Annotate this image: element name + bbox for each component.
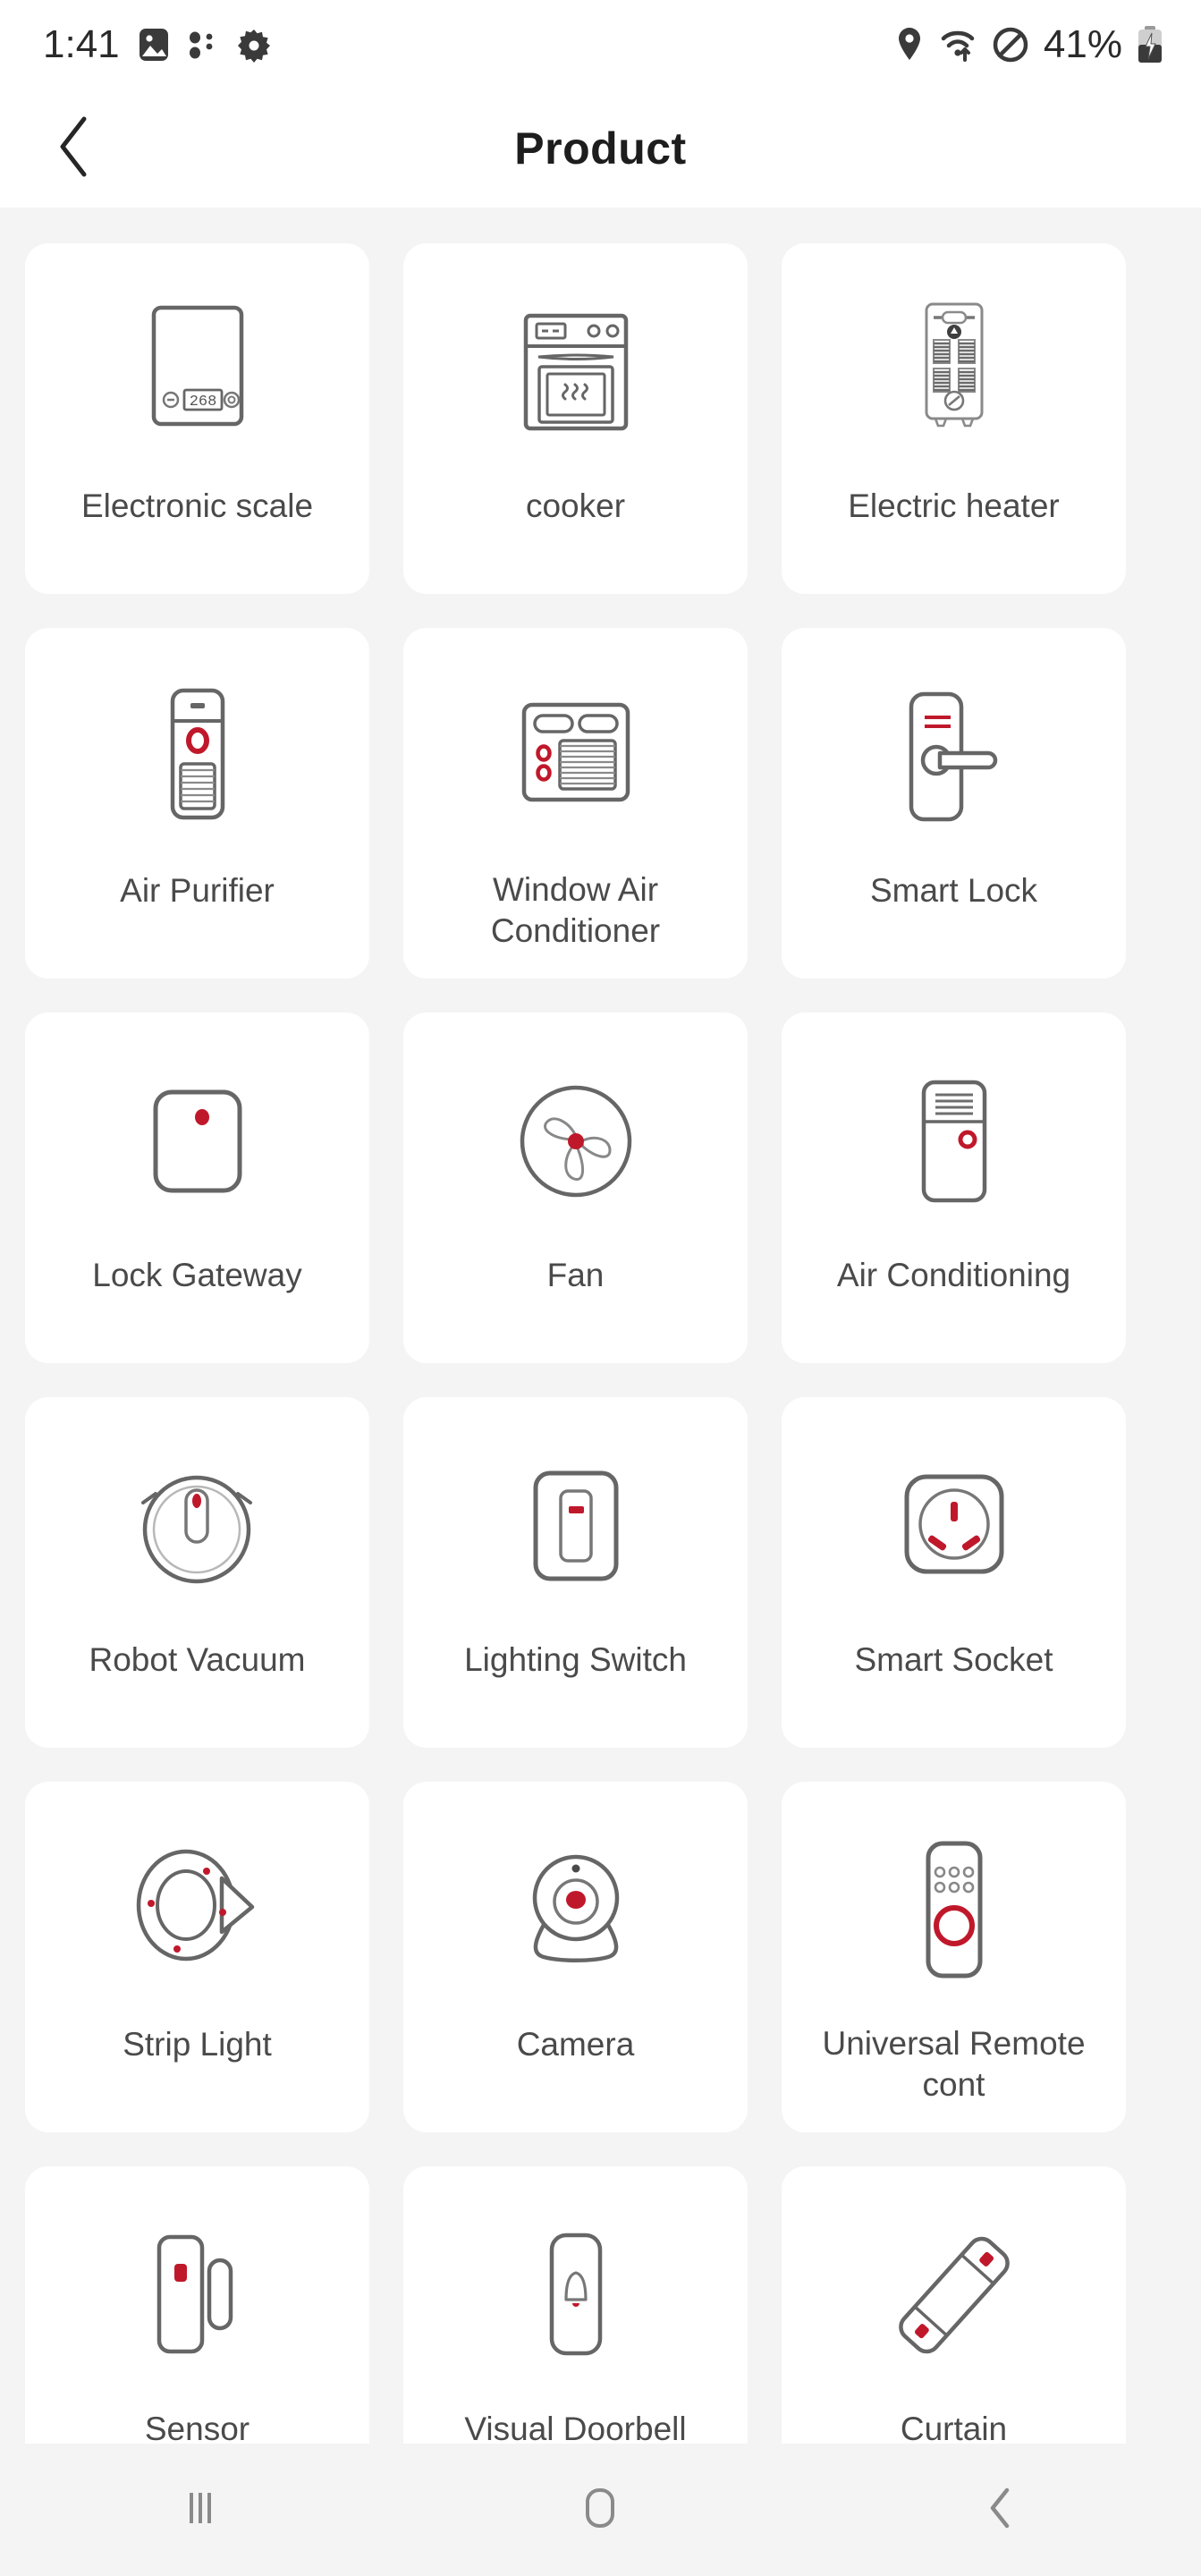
status-bar-left: 1:41 xyxy=(43,22,272,67)
product-label: Air Conditioning xyxy=(836,1257,1071,1293)
back-chevron-icon xyxy=(980,2483,1021,2538)
status-clock: 1:41 xyxy=(43,22,120,66)
gallery-icon xyxy=(138,27,170,63)
recents-icon xyxy=(178,2484,223,2537)
fan-icon xyxy=(497,1063,655,1220)
universal-remote-icon xyxy=(875,1832,1033,1989)
product-label: Visual Doorbell xyxy=(464,2411,687,2444)
product-label: Universal Remote cont xyxy=(822,2025,1086,2104)
gear-icon xyxy=(236,27,272,63)
product-card-air-purifier[interactable]: Air Purifier xyxy=(25,628,369,979)
product-card-strip-light[interactable]: Strip Light xyxy=(25,1782,369,2132)
product-label: Smart Lock xyxy=(869,872,1038,909)
back-button[interactable] xyxy=(25,89,123,208)
battery-charging-icon xyxy=(1137,25,1163,64)
cooker-icon xyxy=(497,293,655,451)
scale-display-value: 268 xyxy=(189,394,216,411)
product-label: Curtain xyxy=(900,2411,1008,2444)
product-label: Electric heater xyxy=(848,487,1060,524)
strip-light-icon xyxy=(119,1832,276,1989)
recents-button[interactable] xyxy=(129,2444,272,2576)
product-label: Sensor xyxy=(144,2411,250,2444)
product-label: Lighting Switch xyxy=(464,1641,687,1678)
camera-icon xyxy=(497,1832,655,1989)
back-nav-button[interactable] xyxy=(929,2444,1072,2576)
product-grid-scroll[interactable]: 268 Electronic scale cooker Electric hea… xyxy=(0,208,1201,2444)
product-label: cooker xyxy=(525,487,626,524)
phone-screen: 1:41 41% Product 268 Electronic scale co… xyxy=(0,0,1201,2576)
product-card-lighting-switch[interactable]: Lighting Switch xyxy=(403,1397,748,1748)
product-card-universal-remote[interactable]: Universal Remote cont xyxy=(782,1782,1126,2132)
window-air-conditioner-icon xyxy=(497,678,655,835)
product-label: Smart Socket xyxy=(854,1641,1053,1678)
product-card-electric-heater[interactable]: Electric heater xyxy=(782,243,1126,594)
product-card-cooker[interactable]: cooker xyxy=(403,243,748,594)
product-card-camera[interactable]: Camera xyxy=(403,1782,748,2132)
product-card-lock-gateway[interactable]: Lock Gateway xyxy=(25,1013,369,1363)
air-purifier-icon xyxy=(119,678,276,835)
product-grid: 268 Electronic scale cooker Electric hea… xyxy=(0,208,1201,2444)
product-label: Air Purifier xyxy=(120,872,275,909)
product-card-smart-lock[interactable]: Smart Lock xyxy=(782,628,1126,979)
product-card-electronic-scale[interactable]: 268 Electronic scale xyxy=(25,243,369,594)
location-pin-icon xyxy=(895,26,924,64)
product-label: Lock Gateway xyxy=(92,1257,302,1293)
curtain-motor-icon xyxy=(875,2216,1033,2374)
product-card-sensor[interactable]: Sensor xyxy=(25,2166,369,2444)
wifi-icon xyxy=(938,26,977,64)
status-bar-right: 41% xyxy=(895,22,1163,67)
product-card-visual-doorbell[interactable]: Visual Doorbell xyxy=(403,2166,748,2444)
android-nav-bar xyxy=(0,2444,1201,2576)
home-button[interactable] xyxy=(529,2444,672,2576)
page-title: Product xyxy=(514,123,687,174)
lock-gateway-icon xyxy=(119,1063,276,1220)
product-card-window-air-conditioner[interactable]: Window Air Conditioner xyxy=(403,628,748,979)
air-conditioning-icon xyxy=(875,1063,1033,1220)
app-header: Product xyxy=(0,89,1201,208)
electronic-scale-icon: 268 xyxy=(119,293,276,451)
product-label: Robot Vacuum xyxy=(89,1641,306,1678)
bluetooth-dots-icon xyxy=(188,27,218,63)
status-bar: 1:41 41% xyxy=(0,0,1201,89)
product-label: Fan xyxy=(546,1257,605,1293)
home-icon xyxy=(575,2483,625,2538)
do-not-disturb-icon xyxy=(992,26,1029,64)
product-label: Window Air Conditioner xyxy=(490,871,661,950)
door-window-sensor-icon xyxy=(119,2216,276,2374)
robot-vacuum-icon xyxy=(119,1447,276,1605)
chevron-left-icon xyxy=(54,114,95,184)
battery-percent-label: 41% xyxy=(1043,22,1122,66)
visual-doorbell-icon xyxy=(497,2216,655,2374)
product-card-curtain[interactable]: Curtain xyxy=(782,2166,1126,2444)
product-label: Strip Light xyxy=(123,2026,272,2063)
smart-lock-icon xyxy=(875,678,1033,835)
product-label: Camera xyxy=(516,2026,635,2063)
product-card-fan[interactable]: Fan xyxy=(403,1013,748,1363)
product-card-robot-vacuum[interactable]: Robot Vacuum xyxy=(25,1397,369,1748)
product-card-air-conditioning[interactable]: Air Conditioning xyxy=(782,1013,1126,1363)
product-label: Electronic scale xyxy=(80,487,314,524)
lighting-switch-icon xyxy=(497,1447,655,1605)
electric-heater-icon xyxy=(875,293,1033,451)
product-card-smart-socket[interactable]: Smart Socket xyxy=(782,1397,1126,1748)
smart-socket-icon xyxy=(875,1447,1033,1605)
